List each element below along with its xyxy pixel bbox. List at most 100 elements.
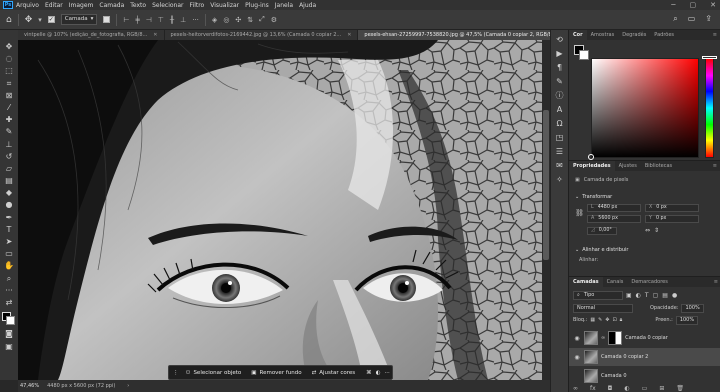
path-select-tool-icon[interactable]: ➤	[3, 237, 15, 246]
hue-slider[interactable]	[705, 58, 714, 158]
new-group-icon[interactable]: ▭	[642, 385, 648, 392]
select-object-button[interactable]: ⚇ Selecionar objeto	[183, 367, 245, 378]
menu-imagem[interactable]: Imagem	[69, 2, 94, 9]
background-color-swatch[interactable]	[6, 316, 15, 326]
eraser-tool-icon[interactable]: ▱	[3, 164, 15, 173]
history-icon[interactable]: ⟲	[554, 35, 566, 45]
adjust-colors-button[interactable]: ⇄ Ajustar cores	[309, 367, 359, 378]
filter-pixel-icon[interactable]: ▣	[626, 292, 632, 299]
document-tab[interactable]: vintpelle @ 107% (edição_de_fotografia, …	[18, 30, 165, 40]
align-center-icon[interactable]: ╪	[135, 16, 139, 24]
link-icon[interactable]: ⛓	[575, 209, 584, 217]
libraries-icon[interactable]: ☰	[554, 147, 566, 157]
menu-editar[interactable]: Editar	[45, 2, 63, 9]
info-icon[interactable]: ⓘ	[554, 91, 566, 101]
auto-select-checkbox[interactable]: ✓	[47, 16, 55, 23]
tab-paths[interactable]: Demarcadores	[627, 277, 671, 287]
show-transform-checkbox[interactable]	[103, 16, 111, 23]
menu-ajuda[interactable]: Ajuda	[299, 2, 316, 9]
more-tools-icon[interactable]: ···	[3, 286, 15, 295]
crop-tool-icon[interactable]: ⌗	[3, 79, 15, 88]
y-field[interactable]: Y 0 px	[645, 215, 699, 223]
lock-artboard-icon[interactable]: ⊡	[612, 317, 616, 323]
tab-libraries[interactable]: Bibliotecas	[641, 161, 676, 171]
tab-properties[interactable]: Propriedades	[569, 161, 615, 171]
close-icon[interactable]: ✕	[153, 30, 157, 40]
navigator-icon[interactable]: ◳	[554, 133, 566, 143]
lock-move-icon[interactable]: ✥	[605, 317, 609, 323]
dodge-tool-icon[interactable]: ●	[3, 200, 15, 209]
width-field[interactable]: L 4480 px	[587, 204, 641, 212]
layer-name[interactable]: Camada 0 copiar	[625, 335, 668, 341]
3d-mode-icon[interactable]: ◈	[212, 16, 217, 24]
drag-handle-icon[interactable]: ⋮	[173, 370, 179, 376]
move-tool-icon[interactable]: ✥	[3, 42, 15, 51]
hand-tool-icon[interactable]: ✋	[3, 261, 15, 270]
layer-style-icon[interactable]: fx	[590, 385, 596, 392]
object-select-tool-icon[interactable]: ⬚	[3, 66, 15, 75]
height-field[interactable]: A 5600 px	[587, 215, 641, 223]
pen-tool-icon[interactable]: ✒	[3, 213, 15, 222]
color-swatches[interactable]	[2, 312, 16, 326]
menu-texto[interactable]: Texto	[130, 2, 146, 9]
eye-icon[interactable]: ◉	[573, 335, 581, 342]
tab-swatches[interactable]: Amostras	[587, 30, 619, 40]
new-adjustment-icon[interactable]: ◐	[624, 385, 629, 392]
screen-mode-icon[interactable]: ▣	[3, 342, 15, 351]
link-layers-icon[interactable]: ∞	[573, 385, 578, 392]
trash-icon[interactable]: 🗑︎	[676, 385, 684, 392]
layer-name[interactable]: Camada 0 copiar 2	[601, 354, 648, 360]
tab-color[interactable]: Cor	[569, 30, 587, 40]
lock-pixels-icon[interactable]: ▦	[590, 317, 595, 323]
filter-adjustment-icon[interactable]: ◐	[636, 292, 641, 299]
panel-menu-icon[interactable]: ≡	[714, 277, 720, 287]
close-icon[interactable]: ✕	[347, 30, 351, 40]
filter-toggle-icon[interactable]: ●	[672, 292, 677, 299]
more-icon[interactable]: ···	[192, 16, 199, 24]
home-icon[interactable]: ⌂	[6, 15, 12, 25]
share-icon[interactable]: ⇪	[705, 14, 712, 24]
tab-gradients[interactable]: Degradês	[618, 30, 650, 40]
lock-paint-icon[interactable]: ✎	[598, 317, 602, 323]
hue-slider-handle[interactable]	[702, 56, 717, 59]
menu-selecionar[interactable]: Selecionar	[152, 2, 183, 9]
move-icon[interactable]: ✥	[25, 15, 33, 25]
x-field[interactable]: X 0 px	[645, 204, 699, 212]
close-icon[interactable]: ✕	[710, 1, 716, 9]
zoom-tool-icon[interactable]: ⌕	[3, 274, 15, 283]
glyphs-icon[interactable]: Ω	[554, 119, 566, 129]
menu-camada[interactable]: Camada	[99, 2, 124, 9]
filter-smart-icon[interactable]: ▤	[662, 292, 668, 299]
actions-icon[interactable]: ▶	[554, 49, 566, 59]
menu-plugins[interactable]: Plug-ins	[245, 2, 269, 9]
healing-tool-icon[interactable]: ✚	[3, 115, 15, 124]
layer-row-selected[interactable]: ◉ Camada 0 copiar 2	[569, 348, 720, 366]
more-icon[interactable]: ···	[384, 370, 389, 376]
align-section-header[interactable]: ⌄ Alinhar e distribuir	[575, 247, 628, 253]
blend-mode-dropdown[interactable]: Normal	[573, 303, 633, 313]
scale-3d-icon[interactable]: ⤢	[259, 15, 265, 24]
panel-menu-icon[interactable]: ≡	[713, 30, 720, 40]
remove-background-button[interactable]: ▣ Remover fundo	[248, 367, 304, 378]
character-icon[interactable]: A	[554, 105, 566, 115]
tool-presets-icon[interactable]: ✧	[554, 175, 566, 185]
paragraph-icon[interactable]: ¶	[554, 63, 566, 73]
orbit-icon[interactable]: ◎	[223, 16, 229, 24]
lock-all-icon[interactable]: 🔒︎	[620, 317, 623, 323]
angle-field[interactable]: ◿ 0,00°	[587, 227, 617, 235]
tab-patterns[interactable]: Padrões	[650, 30, 678, 40]
frame-tool-icon[interactable]: ⊠	[3, 91, 15, 100]
chevron-down-icon[interactable]: ▾	[38, 16, 42, 24]
blur-tool-icon[interactable]: ◆	[3, 188, 15, 197]
align-right-icon[interactable]: ⊣	[146, 16, 152, 24]
menu-janela[interactable]: Janela	[275, 2, 293, 9]
brush-tool-icon[interactable]: ✎	[3, 127, 15, 136]
opacity-field[interactable]: 100%	[681, 303, 704, 313]
document-tab[interactable]: pexels-heitorverdifotos-2169442.jpg @ 13…	[164, 30, 359, 40]
settings-icon[interactable]: ⚙	[271, 16, 277, 24]
search-icon[interactable]: ⌕	[673, 14, 677, 24]
align-top-icon[interactable]: ⊤	[158, 16, 164, 24]
lasso-tool-icon[interactable]: ◌	[3, 54, 15, 63]
chevron-right-icon[interactable]: ›	[127, 383, 129, 389]
stamp-tool-icon[interactable]: ⊥	[3, 140, 15, 149]
